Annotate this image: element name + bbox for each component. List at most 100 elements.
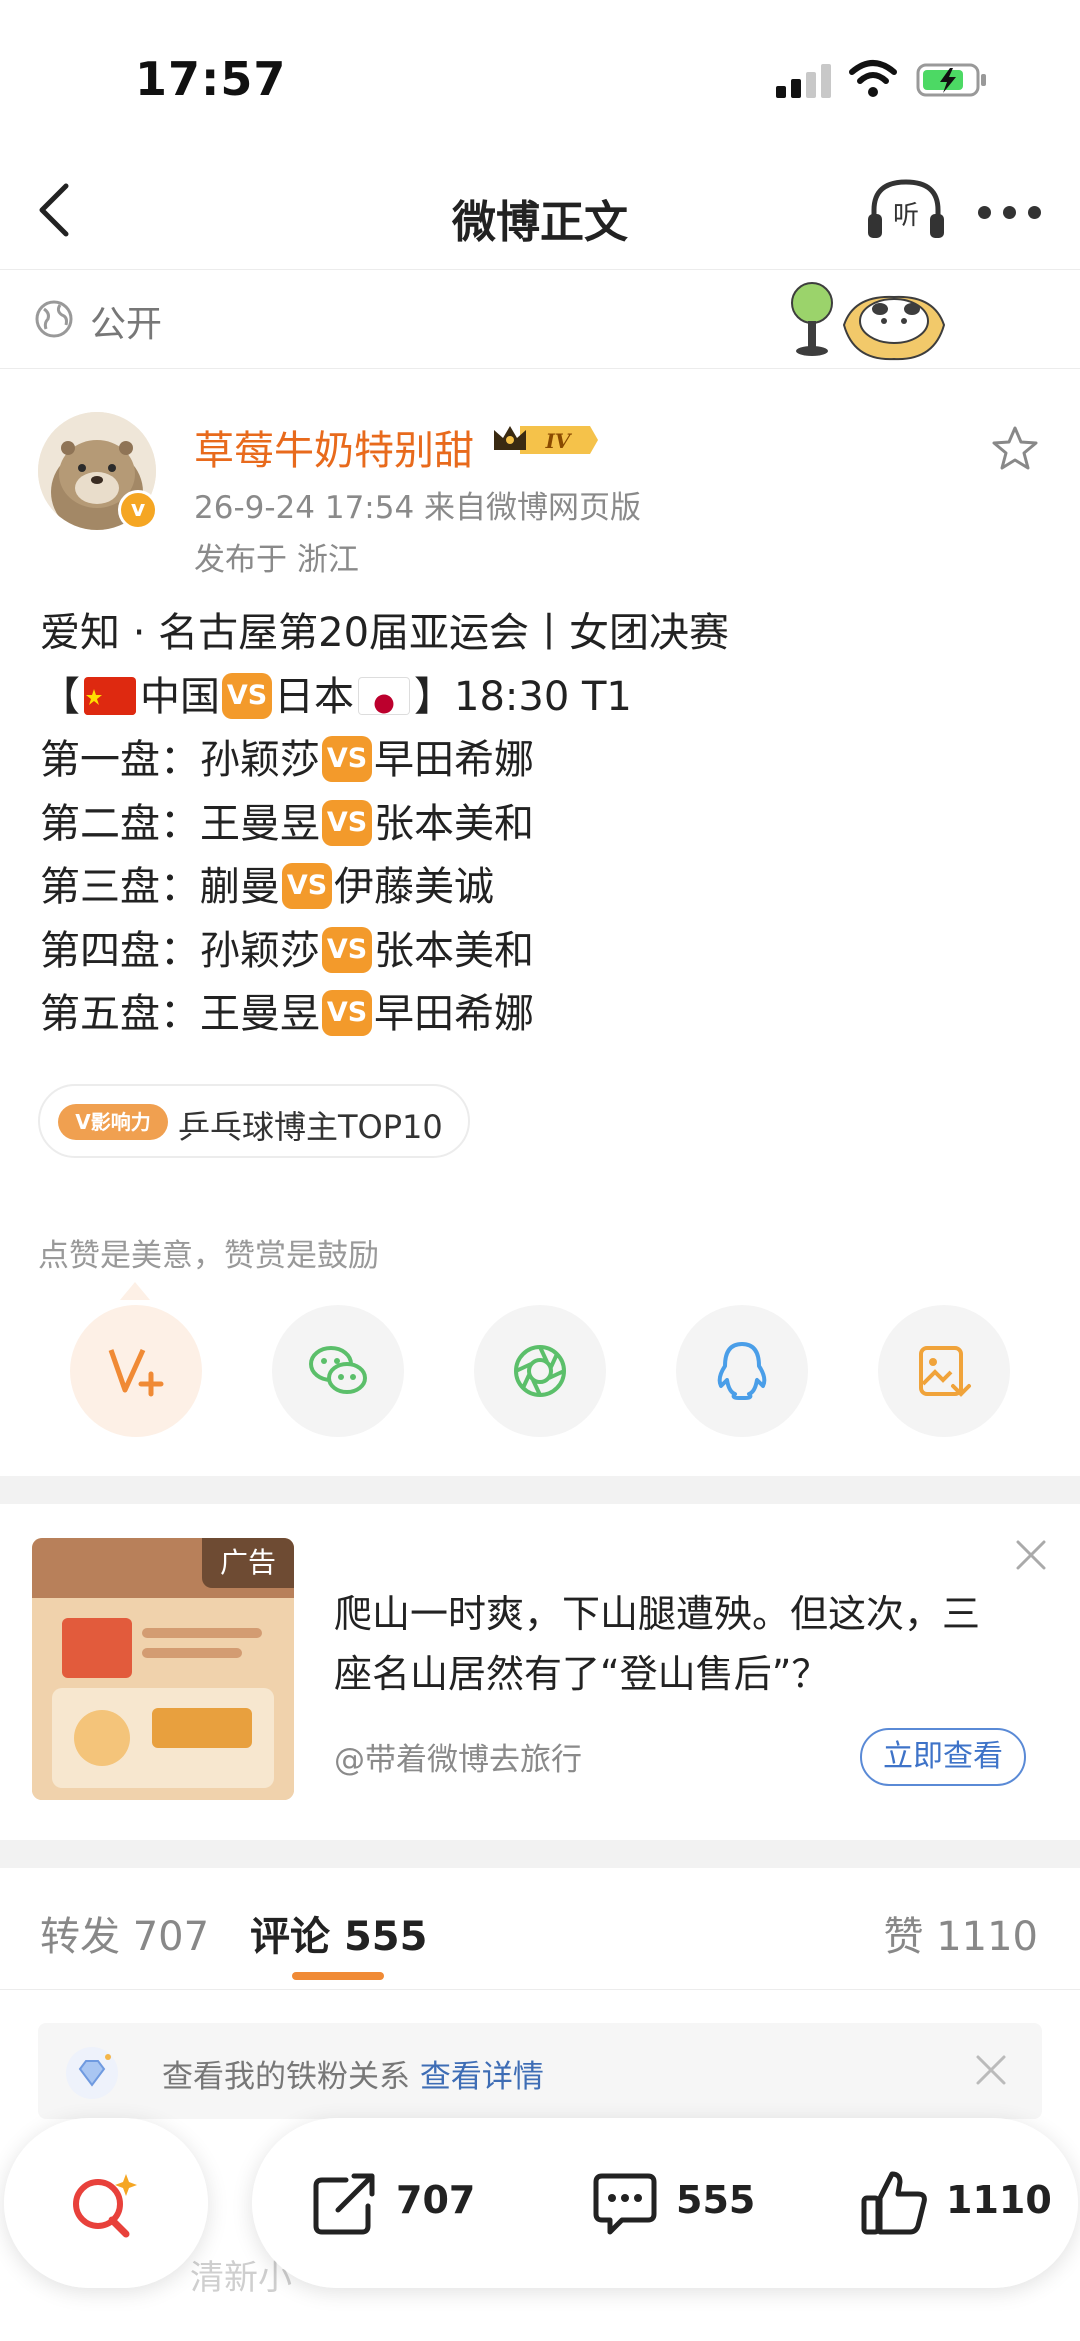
appreciation-label: 点赞是美意，赞赏是鼓励 [38,1238,379,1274]
ad-close-icon[interactable] [1012,1536,1050,1574]
team-a: 中国 [140,673,220,720]
section-divider [0,1476,1080,1504]
game-label: 第五盘： [40,991,200,1037]
like-count: 1110 [946,2178,1052,2222]
active-tab-indicator [292,1972,384,1980]
author-name[interactable]: 草莓牛奶特别甜 [194,418,474,476]
match-time: 】18:30 T1 [414,673,632,720]
post-body: 爱知 · 名古屋第20届亚运会丨女团决赛 【中国 VS 日本 】18:30 T1 第一… [40,602,1040,1047]
vs-badge-icon: VS [322,799,372,846]
japan-flag-icon [358,676,410,715]
tab-like[interactable]: 赞 1110 [883,1904,1038,1962]
more-options-icon[interactable] [978,206,1042,222]
tab-comment-count: 555 [343,1914,428,1960]
reward-button[interactable] [70,1305,202,1437]
game-label: 第一盘： [40,737,200,783]
influence-tag[interactable]: V影响力 乒乓球博主TOP10 [38,1084,470,1158]
status-bar: 17:57 [0,0,1080,150]
level-label: IV [545,429,573,453]
tab-repost[interactable]: 转发 707 [40,1904,209,1962]
player-b: 早田希娜 [374,991,534,1037]
ad-source[interactable]: @带着微博去旅行 [334,1734,582,1779]
battery-icon [916,63,986,97]
globe-icon [35,300,73,338]
reward-icon [108,1348,164,1397]
moments-icon [514,1345,566,1397]
interaction-tabs: 转发 707 评论 555 赞 1110 [0,1868,1080,1990]
influence-logo: V影响力 [58,1104,168,1140]
player-b: 早田希娜 [374,737,534,783]
vs-badge-icon: VS [322,926,372,973]
banner-close-icon[interactable] [974,2053,1008,2087]
ad-badge: 广告 [202,1538,294,1588]
verified-badge-icon: v [118,490,158,530]
save-image-button[interactable] [878,1305,1010,1437]
crown-level-badge-icon[interactable]: IV [490,420,598,460]
player-b: 张本美和 [374,927,534,974]
game-line: 第五盘：王曼昱 VS 早田希娜 [40,983,1040,1047]
comment-icon [593,2173,657,2235]
player-a: 王曼昱 [200,991,320,1037]
comment-count: 555 [676,2178,756,2222]
repost-count: 707 [396,2178,476,2222]
bracket-open: 【 [40,673,80,720]
share-row [0,1305,1080,1445]
diamond-fan-icon [66,2047,118,2099]
player-a: 孙颖莎 [200,927,320,974]
cellular-signal-icon [776,64,832,98]
nav-bar: 微博正文 听 [0,150,1080,270]
influence-text: 乒乓球博主TOP10 [178,1108,443,1146]
search-button[interactable] [4,2118,208,2288]
share-moments-button[interactable] [474,1305,606,1437]
save-image-icon [919,1346,971,1397]
tab-like-count: 1110 [936,1914,1038,1960]
game-line: 第二盘：王曼昱 VS 张本美和 [40,793,1040,857]
post-headline: 爱知 · 名古屋第20届亚运会丨女团决赛 [40,610,730,656]
share-qq-button[interactable] [676,1305,808,1437]
tab-comment[interactable]: 评论 555 [250,1904,427,1962]
ad-title[interactable]: 爬山一时爽，下山腿遭殃。但这次，三座名山居然有了“登山售后”？ [334,1584,1014,1704]
player-a: 王曼昱 [200,800,320,847]
post-location: 发布于 浙江 [194,542,359,578]
game-label: 第四盘： [40,927,200,974]
share-wechat-button[interactable] [272,1305,404,1437]
wifi-icon [849,60,897,97]
team-b: 日本 [274,673,354,720]
ad-view-now-button[interactable]: 立即查看 [860,1728,1026,1786]
tab-repost-count: 707 [132,1914,210,1960]
game-line: 第一盘：孙颖莎 VS 早田希娜 [40,729,1040,793]
search-icon [73,2174,137,2238]
fan-relation-banner[interactable]: 查看我的铁粉关系 查看详情 [38,2023,1042,2119]
player-a: 蒯曼 [200,864,280,910]
favorite-star-icon[interactable] [990,424,1040,474]
section-divider [0,1840,1080,1868]
thumbs-up-icon [861,2171,927,2235]
player-b: 张本美和 [374,800,534,847]
repost-icon [313,2173,375,2235]
listen-label: 听 [893,201,919,231]
vs-badge-icon: VS [322,990,372,1036]
game-label: 第三盘： [40,864,200,910]
fan-relation-text: 查看我的铁粉关系 查看详情 [162,2059,544,2095]
status-time: 17:57 [135,52,287,106]
fan-relation-link[interactable]: 查看详情 [420,2059,544,2095]
visibility-label: 公开 [90,304,163,345]
vs-badge-icon: VS [222,672,272,719]
wechat-icon [309,1346,367,1394]
post-time-source: 26-9-24 17:54 来自微博网页版 [194,490,642,526]
ad-image[interactable]: 广告 [32,1538,294,1800]
qq-icon [717,1342,767,1400]
game-label: 第二盘： [40,800,200,847]
player-a: 孙颖莎 [200,737,320,783]
game-line: 第三盘：蒯曼 VS 伊藤美诚 [40,856,1040,920]
match-line: 【 中国 VS 日本 】18:30 T1 [40,666,1040,730]
player-b: 伊藤美诚 [334,864,494,910]
pointer-caret-icon [120,1282,150,1300]
game-line: 第四盘：孙颖莎 VS 张本美和 [40,920,1040,984]
visibility-row: 公开 [0,271,1080,369]
vs-badge-icon: VS [282,863,332,909]
panda-fan-sticker [791,282,946,361]
bottom-action-bar: 707 555 1110 [252,2118,1078,2288]
china-flag-icon [84,676,136,715]
listen-icon[interactable]: 听 [866,174,946,244]
